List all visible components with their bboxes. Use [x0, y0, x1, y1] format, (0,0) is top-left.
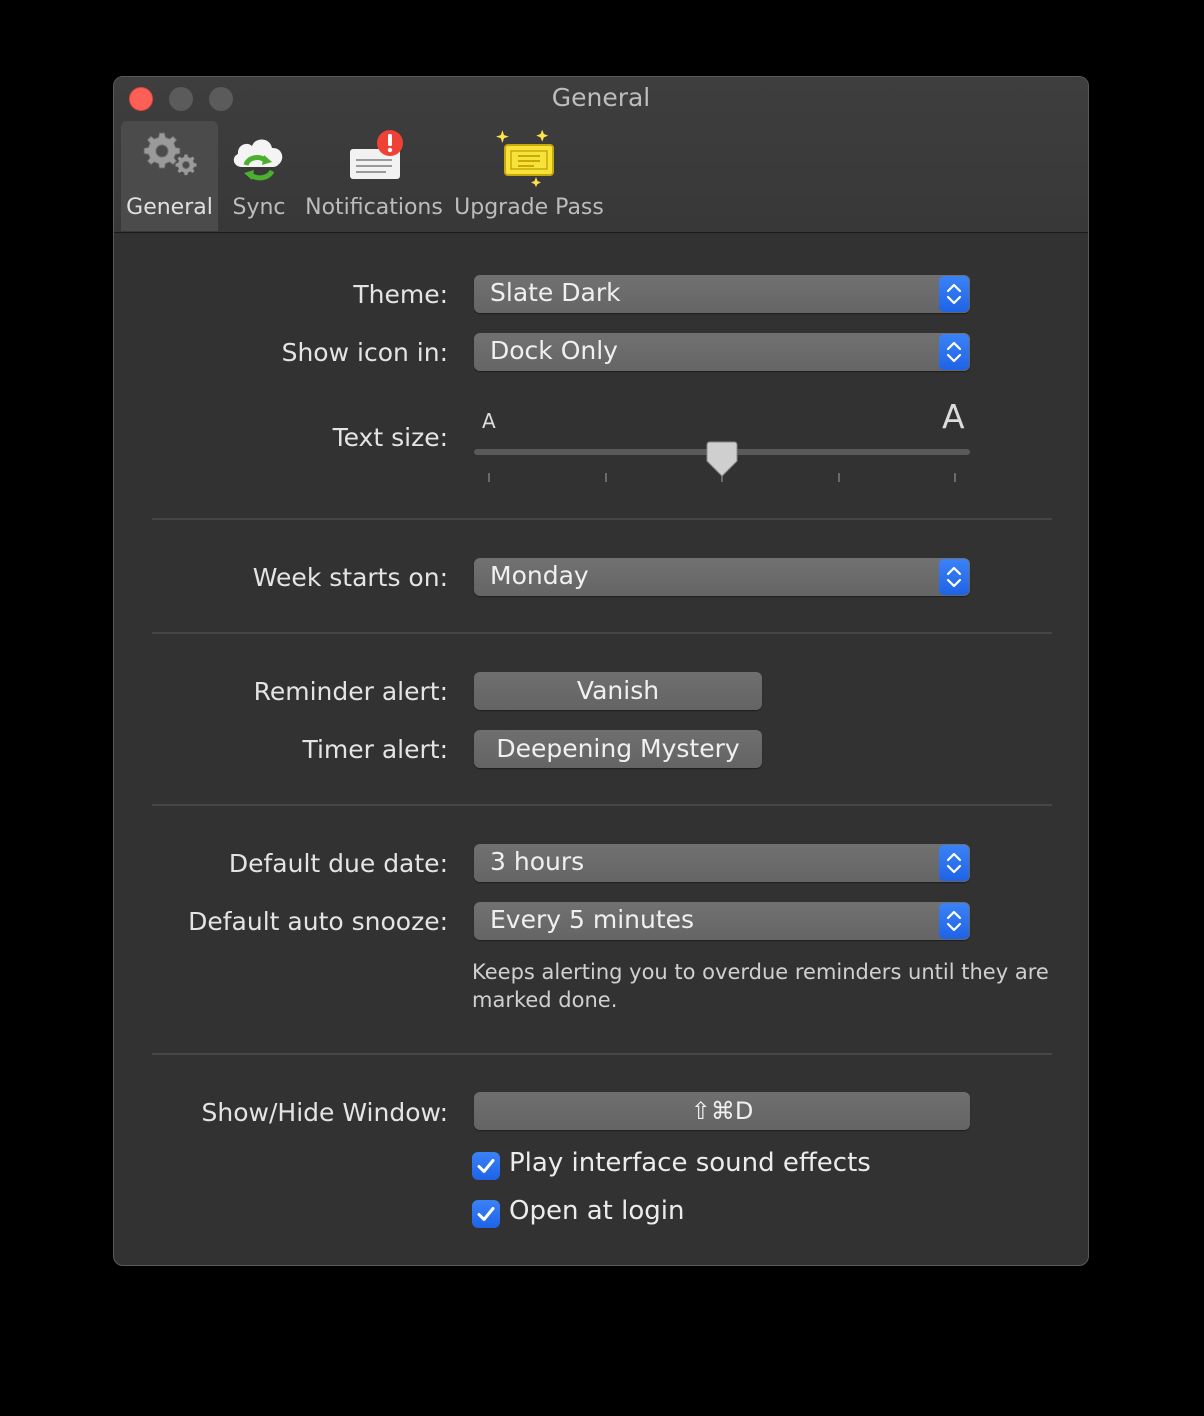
divider	[152, 1053, 1052, 1055]
slider-tick	[605, 473, 607, 482]
gears-icon	[140, 129, 200, 187]
slider-knob[interactable]	[706, 441, 738, 481]
tab-general[interactable]: General	[121, 121, 218, 231]
tab-label: General	[126, 195, 213, 220]
tab-sync[interactable]: Sync	[224, 121, 294, 231]
chevron-updown-icon	[939, 903, 969, 939]
default-due-label: Default due date:	[228, 849, 448, 878]
show-icon-value: Dock Only	[490, 336, 618, 365]
auto-snooze-label: Default auto snooze:	[188, 907, 448, 936]
tab-label: Upgrade Pass	[454, 195, 604, 220]
show-hide-label: Show/Hide Window:	[201, 1098, 448, 1127]
tab-label: Sync	[232, 195, 286, 220]
chevron-updown-icon	[939, 334, 969, 370]
reminder-alert-button[interactable]: Vanish	[474, 672, 762, 710]
divider	[152, 804, 1052, 806]
text-size-label: Text size:	[332, 423, 448, 452]
notification-badge-icon	[342, 129, 406, 193]
ticket-icon	[496, 129, 562, 193]
show-icon-popup[interactable]: Dock Only	[474, 333, 970, 371]
slider-tick	[954, 473, 956, 482]
slider-tick	[488, 473, 490, 482]
chevron-updown-icon	[939, 276, 969, 312]
preferences-window: General General Sync Notifications Upgra…	[113, 76, 1089, 1266]
open-login-checkbox[interactable]	[472, 1200, 500, 1228]
large-text-glyph: A	[942, 397, 965, 436]
tab-label: Notifications	[305, 195, 443, 220]
reminder-alert-label: Reminder alert:	[253, 677, 448, 706]
timer-alert-button[interactable]: Deepening Mystery	[474, 730, 762, 768]
shortcut-recorder[interactable]: ⇧⌘D	[474, 1092, 970, 1130]
auto-snooze-value: Every 5 minutes	[490, 905, 695, 934]
slider-tick	[838, 473, 840, 482]
cloud-sync-icon	[228, 129, 290, 191]
window-title: General	[551, 83, 651, 112]
theme-popup[interactable]: Slate Dark	[474, 275, 970, 313]
theme-value: Slate Dark	[490, 278, 621, 307]
timer-alert-label: Timer alert:	[302, 735, 448, 764]
default-due-value: 3 hours	[490, 847, 585, 876]
tab-upgrade-pass[interactable]: Upgrade Pass	[454, 121, 604, 231]
tab-notifications[interactable]: Notifications	[304, 121, 444, 231]
open-login-label: Open at login	[509, 1196, 685, 1226]
week-start-popup[interactable]: Monday	[474, 558, 970, 596]
title-bar: General General Sync Notifications Upgra…	[114, 77, 1088, 233]
divider	[152, 632, 1052, 634]
theme-label: Theme:	[353, 280, 448, 309]
week-start-value: Monday	[490, 561, 589, 590]
show-icon-label: Show icon in:	[281, 338, 448, 367]
default-due-popup[interactable]: 3 hours	[474, 844, 970, 882]
sound-effects-label: Play interface sound effects	[509, 1148, 871, 1178]
auto-snooze-note: Keeps alerting you to overdue reminders …	[472, 960, 1049, 1012]
auto-snooze-popup[interactable]: Every 5 minutes	[474, 902, 970, 940]
chevron-updown-icon	[939, 845, 969, 881]
divider	[152, 518, 1052, 520]
week-start-label: Week starts on:	[252, 563, 448, 592]
sound-effects-checkbox[interactable]	[472, 1152, 500, 1180]
small-text-glyph: A	[482, 409, 496, 433]
chevron-updown-icon	[939, 559, 969, 595]
